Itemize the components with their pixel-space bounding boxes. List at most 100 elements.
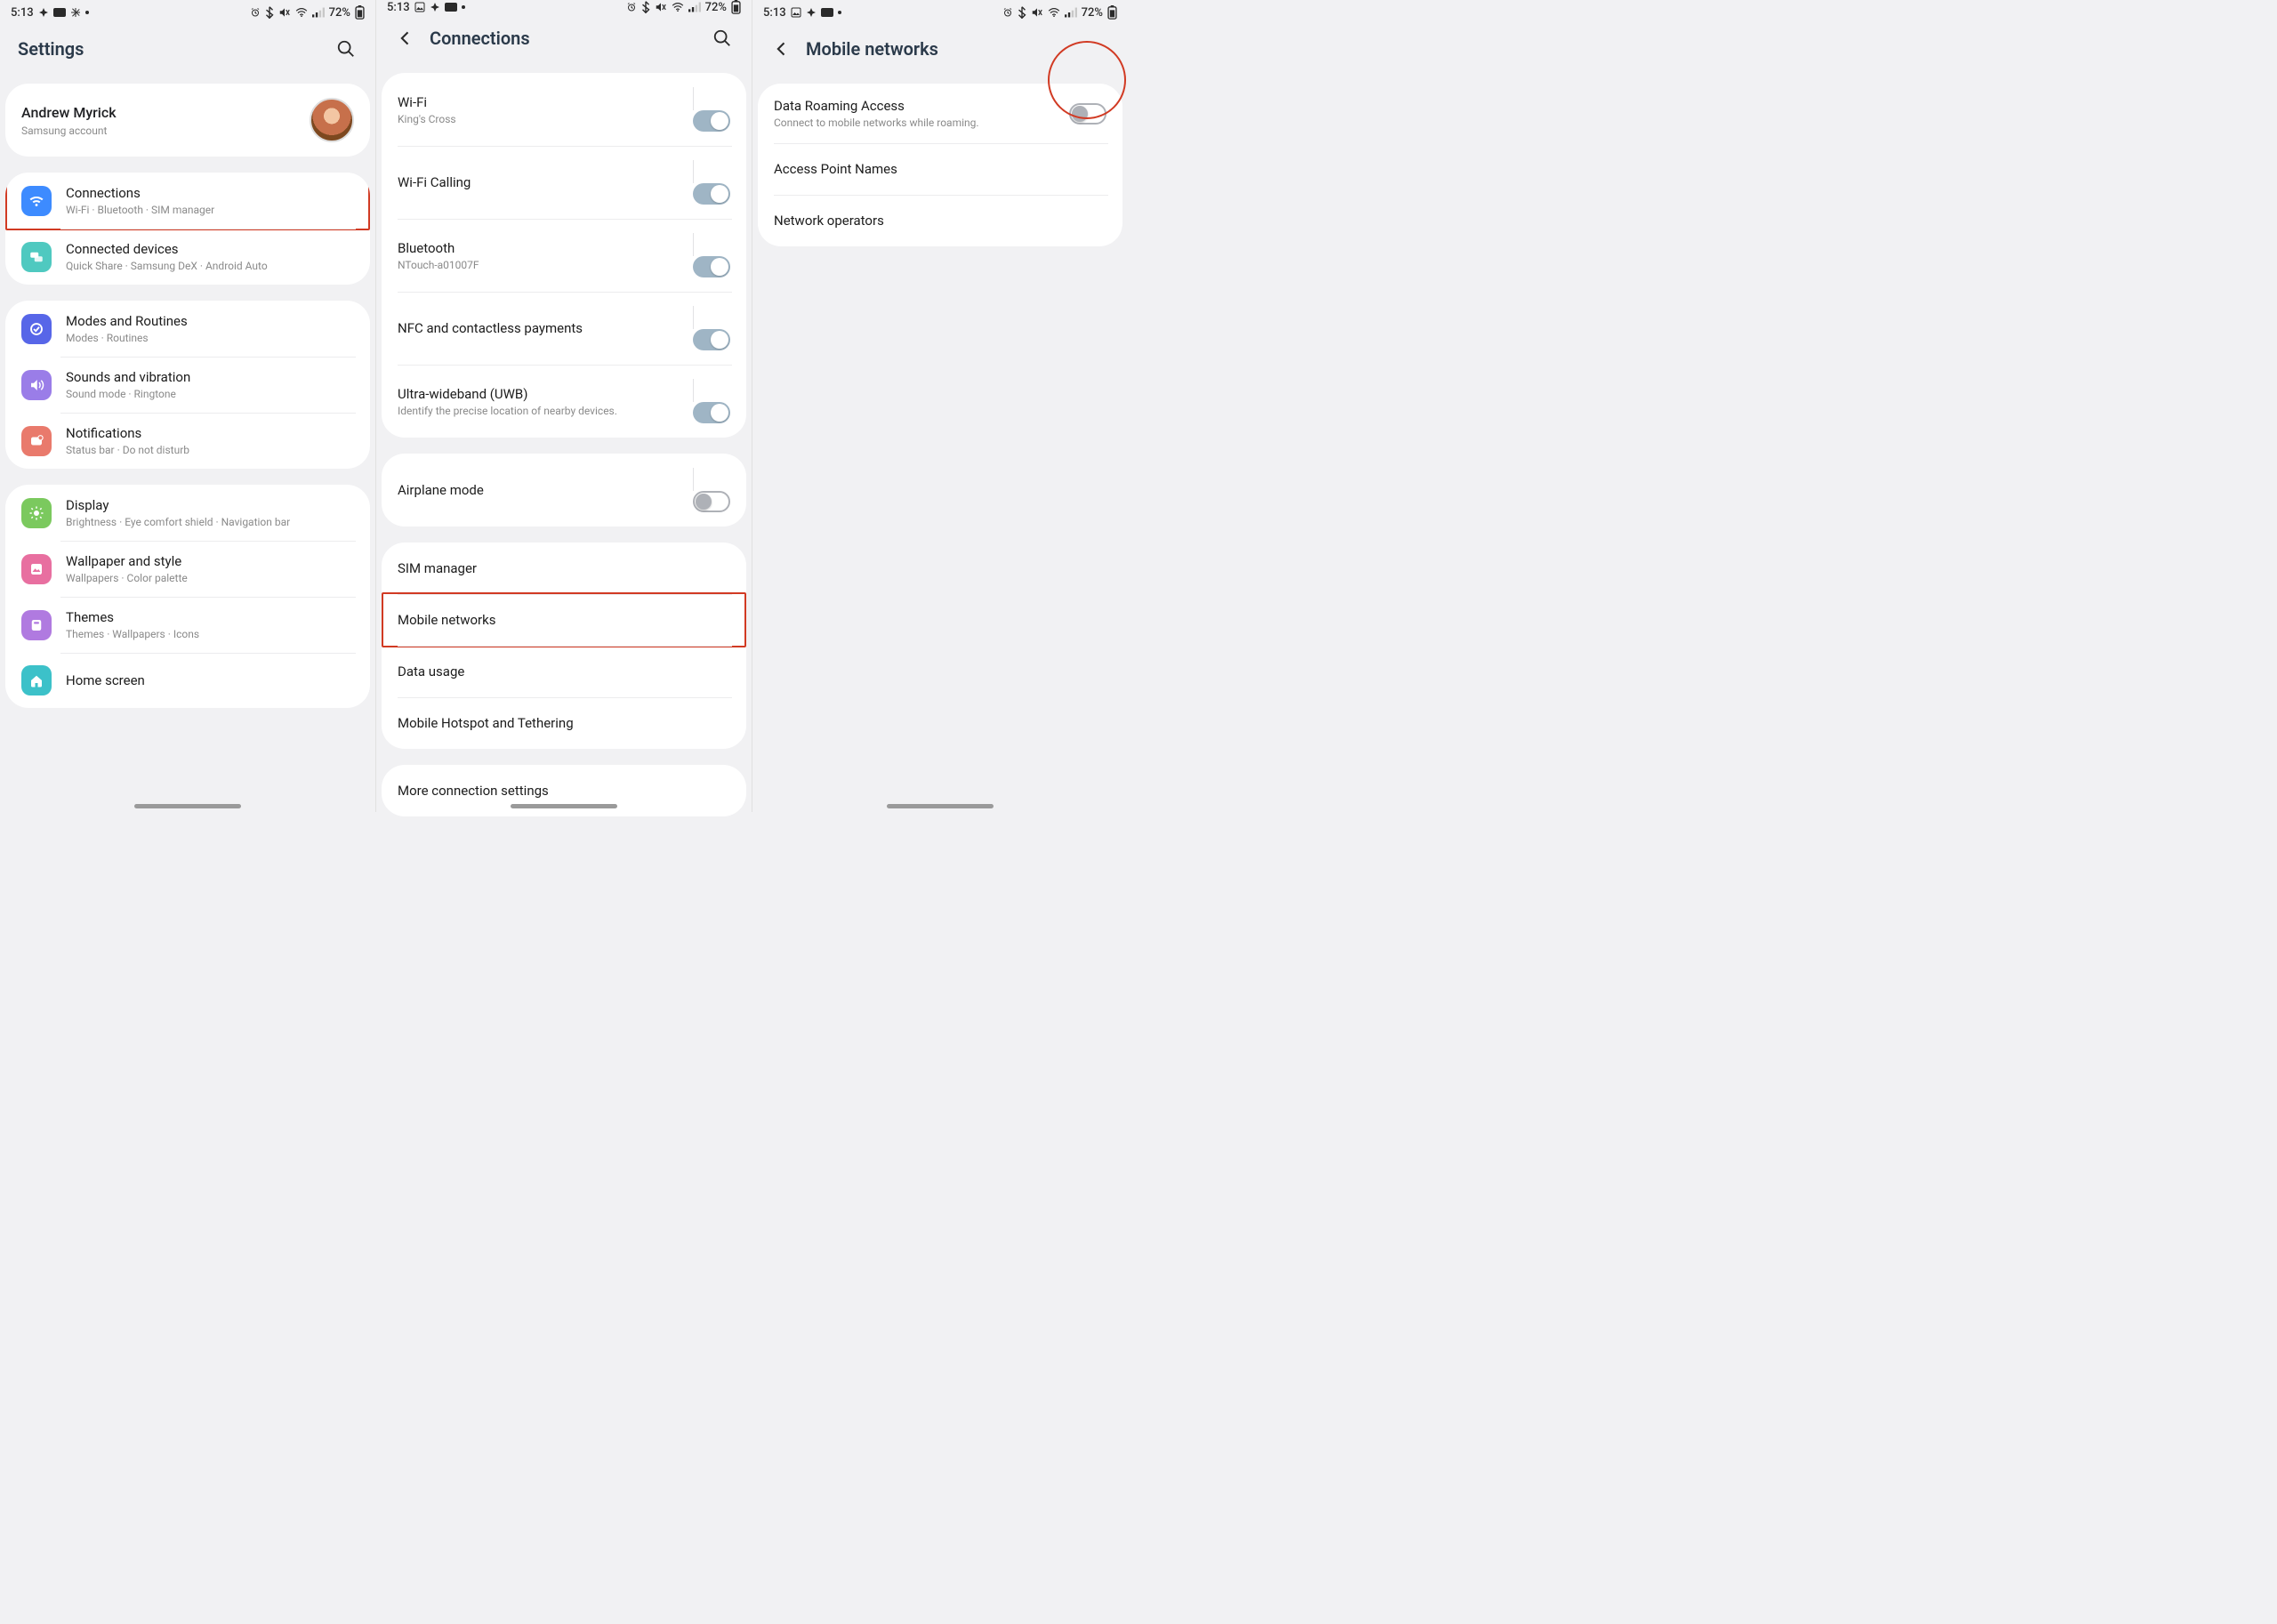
mobile-networks-row[interactable]: Data Roaming AccessConnect to mobile net… [758,84,1122,143]
row-title: NFC and contactless payments [398,320,693,336]
row-title: Ultra-wideband (UWB) [398,386,693,402]
wifi-icon [672,2,684,12]
search-icon [336,39,356,59]
connections-row[interactable]: Data usage [382,646,746,697]
search-button[interactable] [711,27,734,50]
settings-row-theme[interactable]: ThemesThemes · Wallpapers · Icons [5,597,370,653]
phone-settings: 5:13 72% Settings Andrew Myrick Samsung … [0,0,375,812]
alarm-icon [626,2,637,12]
connections-row[interactable]: Wi-Fi Calling [382,146,746,219]
divider [693,87,694,110]
mobile-networks-row[interactable]: Network operators [758,195,1122,246]
status-battery-pct: 72% [1082,6,1103,20]
account-card[interactable]: Andrew Myrick Samsung account [5,84,370,157]
page-title: Settings [18,38,322,60]
bluetooth-icon [1018,6,1026,19]
header: Connections [376,14,752,73]
mobile-networks-row[interactable]: Access Point Names [758,143,1122,195]
row-title: Modes and Routines [66,313,354,329]
toggle[interactable] [693,183,730,205]
settings-row-home[interactable]: Home screen [5,653,370,708]
status-time: 5:13 [763,6,786,20]
settings-row-sound[interactable]: Sounds and vibrationSound mode · Rington… [5,357,370,413]
toggle[interactable] [693,402,730,423]
bluetooth-icon [641,1,650,13]
connections-row[interactable]: More connection settings [382,765,746,816]
settings-group: ConnectionsWi-Fi · Bluetooth · SIM manag… [5,173,370,285]
connections-row[interactable]: Mobile networks [382,594,746,646]
row-sub: Quick Share · Samsung DeX · Android Auto [66,260,354,272]
battery-icon [731,0,741,14]
settings-row-wall[interactable]: Wallpaper and styleWallpapers · Color pa… [5,541,370,597]
row-sub: Brightness · Eye comfort shield · Naviga… [66,516,354,528]
toggle[interactable] [693,491,730,512]
settings-row-wifi[interactable]: ConnectionsWi-Fi · Bluetooth · SIM manag… [5,173,370,229]
wall-icon [21,554,52,584]
row-title: Data usage [398,663,730,679]
image-icon [791,7,801,18]
row-sub: Sound mode · Ringtone [66,388,354,400]
divider [693,379,694,402]
row-sub: Identify the precise location of nearby … [398,405,693,417]
page-title: Connections [430,28,698,49]
connections-row[interactable]: Wi-FiKing's Cross [382,73,746,146]
bluetooth-icon [265,6,274,19]
settings-row-disp[interactable]: Display Brightness · Eye comfort shield ·… [5,485,370,541]
settings-row-modes[interactable]: Modes and RoutinesModes · Routines [5,301,370,357]
mute-icon [655,2,667,12]
search-icon [712,28,732,48]
row-title: Display [66,497,354,513]
slack-icon [70,7,81,18]
toggle[interactable] [693,110,730,132]
row-title: Wi-Fi [398,94,693,110]
row-title: Network operators [774,213,1106,229]
compass-icon [430,2,440,12]
row-title: Home screen [66,672,354,688]
connections-row[interactable]: BluetoothNTouch-a01007F [382,219,746,292]
account-sub: Samsung account [21,125,297,137]
settings-row-notif[interactable]: Notifications Status bar · Do not disturb [5,413,370,469]
alarm-icon [1002,7,1013,18]
row-title: Notifications [66,425,354,441]
connections-row[interactable]: NFC and contactless payments [382,292,746,365]
search-button[interactable] [334,37,358,60]
connections-row[interactable]: Airplane mode [382,454,746,527]
row-title: Connected devices [66,241,354,257]
toggle[interactable] [693,256,730,277]
nav-bar[interactable] [511,804,617,808]
card-icon [821,8,833,17]
connections-row[interactable]: Ultra-wideband (UWB) Identify the precise… [382,365,746,438]
avatar[interactable] [310,98,354,142]
row-sub: Wi-Fi · Bluetooth · SIM manager [66,204,354,216]
back-button[interactable] [770,37,793,60]
mute-icon [278,7,291,18]
toggle[interactable] [1069,103,1106,125]
card-icon [445,3,457,12]
nav-bar[interactable] [887,804,994,808]
connections-row[interactable]: SIM manager [382,543,746,594]
toggle[interactable] [693,329,730,350]
back-button[interactable] [394,27,417,50]
nav-bar[interactable] [134,804,241,808]
status-bar: 5:13 72% [0,0,375,25]
row-title: Mobile Hotspot and Tethering [398,715,730,731]
mobile-networks-group: Data Roaming AccessConnect to mobile net… [758,84,1122,246]
phone-connections: 5:13 72% Connections Wi-FiKing's CrossWi… [375,0,752,812]
row-title: More connection settings [398,783,730,799]
connections-group: SIM managerMobile networks Data usage Mobi… [382,543,746,749]
divider [693,306,694,329]
signal-icon [688,2,701,12]
status-bar: 5:13 72% [752,0,1128,25]
page-title: Mobile networks [806,38,1110,60]
card-icon [53,8,66,17]
divider [693,233,694,256]
status-bar: 5:13 72% [376,0,752,14]
disp-icon [21,498,52,528]
row-sub: Status bar · Do not disturb [66,444,354,456]
settings-row-cd[interactable]: Connected devices Quick Share · Samsung D… [5,229,370,285]
row-sub: Themes · Wallpapers · Icons [66,628,354,640]
compass-icon [806,7,817,18]
row-title: Access Point Names [774,161,1106,177]
more-dot-icon [462,5,465,9]
connections-row[interactable]: Mobile Hotspot and Tethering [382,697,746,749]
